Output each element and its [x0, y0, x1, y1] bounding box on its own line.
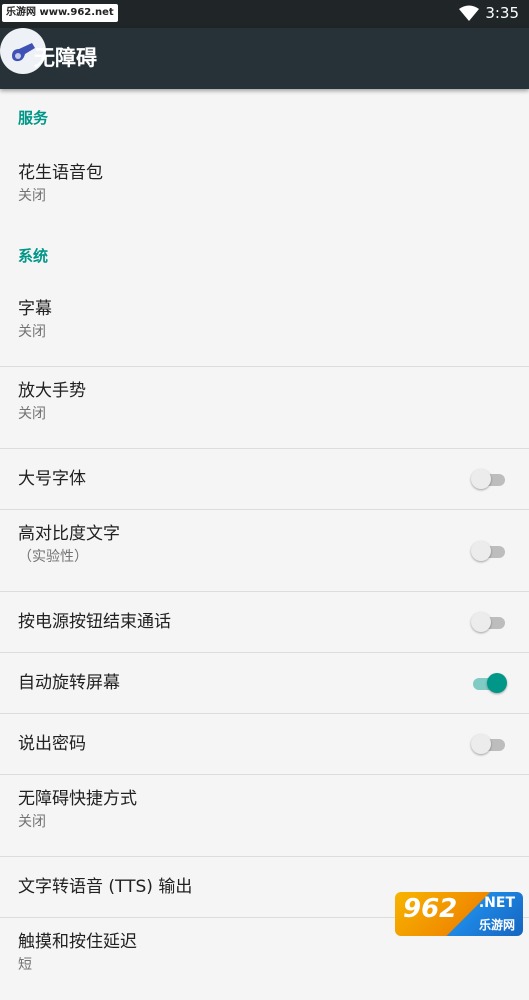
- pref-summary: 关闭: [18, 185, 529, 207]
- switch-thumb: [471, 541, 491, 561]
- pref-title: 放大手势: [18, 379, 529, 403]
- pref-peanut-voice[interactable]: 花生语音包 关闭: [0, 149, 529, 231]
- pref-title: 文字转语音 (TTS) 输出: [18, 875, 192, 899]
- pref-title: 按电源按钮结束通话: [18, 610, 171, 634]
- large-text-toggle[interactable]: [471, 468, 507, 490]
- switch-thumb: [471, 734, 491, 754]
- status-bar: 乐游网 www.962.net 3:35: [0, 0, 529, 28]
- app-bar: 无障碍: [0, 28, 529, 89]
- pref-title: 自动旋转屏幕: [18, 671, 120, 695]
- pref-title: 花生语音包: [18, 161, 529, 185]
- wifi-icon: [459, 5, 479, 21]
- settings-list: 服务 花生语音包 关闭 系统 字幕 关闭 放大手势 关闭 大号字体 高对比度文字…: [0, 89, 529, 1000]
- power-button-ends-call-toggle[interactable]: [471, 611, 507, 633]
- section-header-system: 系统: [0, 231, 529, 285]
- pref-accessibility-shortcut[interactable]: 无障碍快捷方式 关闭: [0, 775, 529, 857]
- page-title: 无障碍: [34, 42, 97, 72]
- pref-title: 无障碍快捷方式: [18, 787, 529, 811]
- status-time: 3:35: [485, 4, 519, 22]
- watermark-sub-text: 乐游网: [479, 916, 515, 933]
- status-icons: 3:35: [459, 4, 519, 22]
- pref-title: 字幕: [18, 297, 529, 321]
- pref-summary: 关闭: [18, 321, 529, 343]
- pref-auto-rotate-screen[interactable]: 自动旋转屏幕: [0, 653, 529, 714]
- pref-magnification-gestures[interactable]: 放大手势 关闭: [0, 367, 529, 449]
- pref-title: 高对比度文字: [18, 522, 529, 546]
- pref-speak-passwords[interactable]: 说出密码: [0, 714, 529, 775]
- switch-thumb: [487, 673, 507, 693]
- pref-summary: 关闭: [18, 811, 529, 833]
- pref-summary: 关闭: [18, 403, 529, 425]
- speak-passwords-toggle[interactable]: [471, 733, 507, 755]
- pref-title: 大号字体: [18, 467, 86, 491]
- watermark-text: 乐游网 www.962.net: [2, 4, 118, 22]
- pref-high-contrast-text[interactable]: 高对比度文字 （实验性）: [0, 510, 529, 592]
- watermark-logo: 962 .NET 乐游网: [395, 892, 523, 936]
- section-header-services: 服务: [0, 89, 529, 149]
- watermark-logo-text: 962: [403, 894, 457, 924]
- high-contrast-toggle[interactable]: [471, 540, 507, 562]
- pref-summary: （实验性）: [18, 546, 529, 568]
- pref-large-text[interactable]: 大号字体: [0, 449, 529, 510]
- pref-power-button-ends-call[interactable]: 按电源按钮结束通话: [0, 592, 529, 653]
- pref-summary: 短: [18, 954, 529, 976]
- auto-rotate-toggle[interactable]: [471, 672, 507, 694]
- pref-title: 说出密码: [18, 732, 86, 756]
- pref-captions[interactable]: 字幕 关闭: [0, 285, 529, 367]
- switch-thumb: [471, 469, 491, 489]
- switch-thumb: [471, 612, 491, 632]
- watermark-net-text: .NET: [479, 895, 515, 911]
